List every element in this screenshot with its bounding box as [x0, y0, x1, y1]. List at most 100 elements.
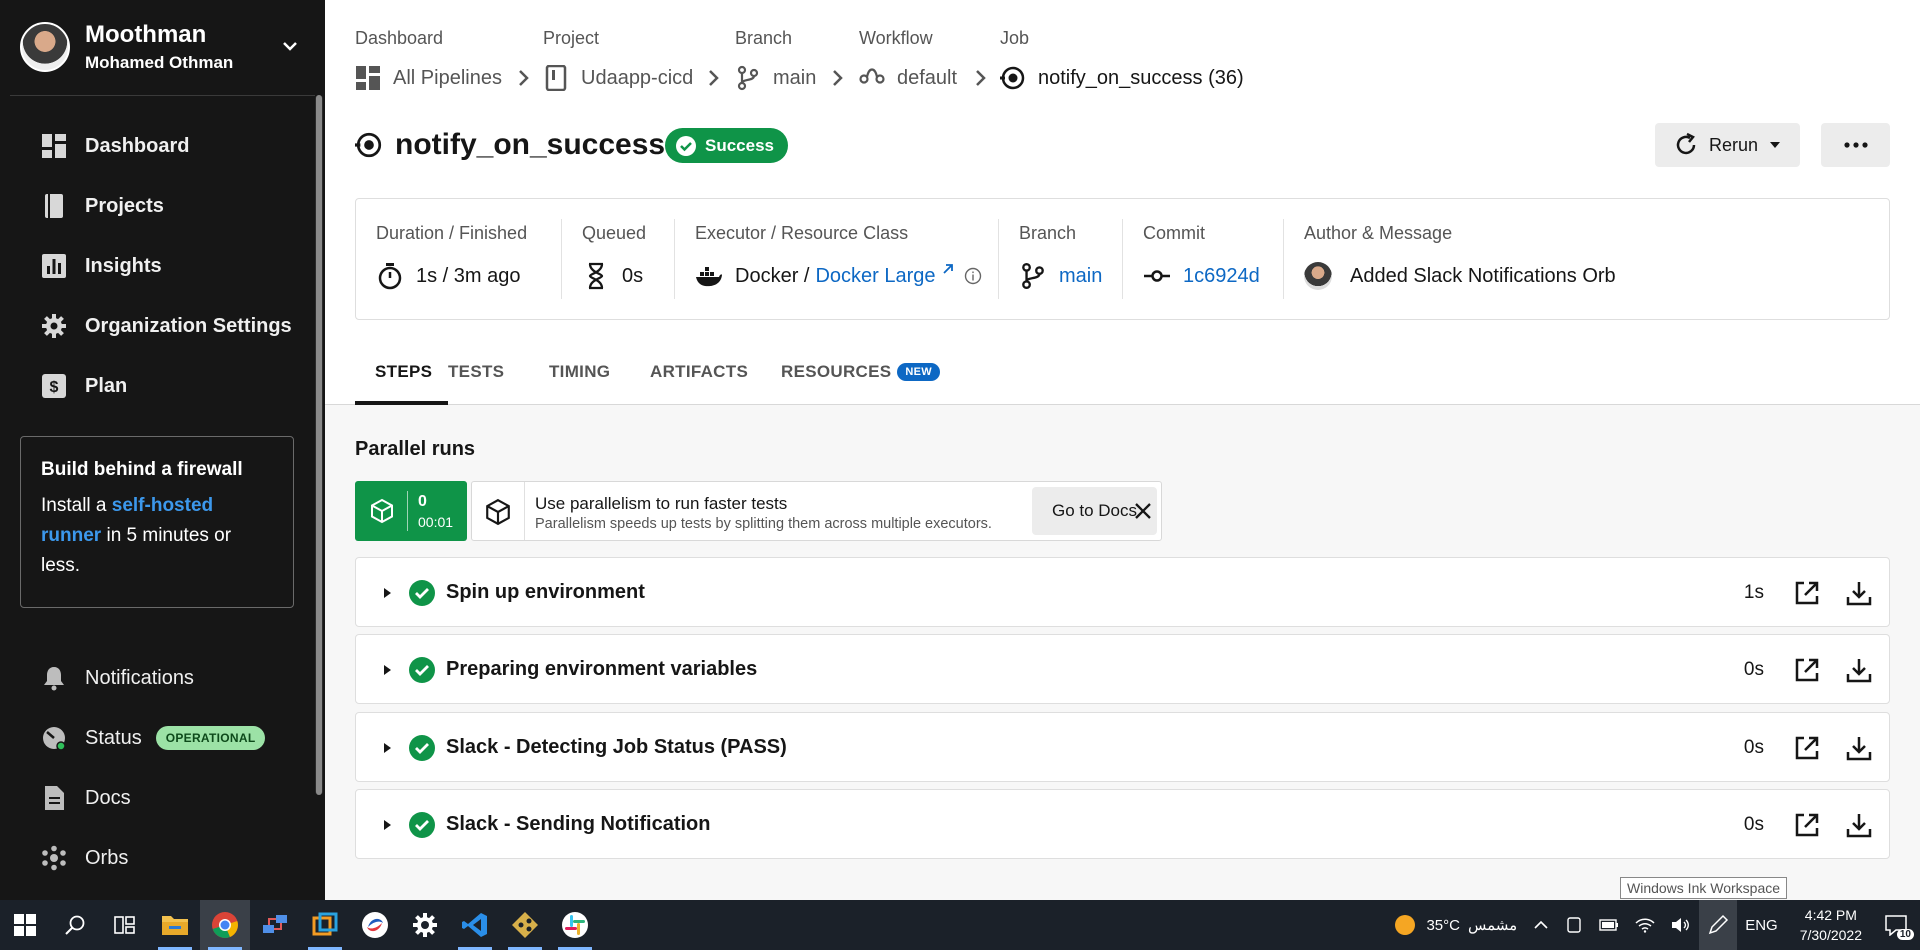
sidebar-item-plan[interactable]: $ Plan — [40, 368, 127, 404]
file-explorer-button[interactable] — [150, 900, 200, 950]
info-label: Branch — [1019, 223, 1077, 243]
tab-timing[interactable]: TIMING — [549, 352, 650, 405]
hourglass-icon — [588, 262, 604, 290]
slack-button[interactable] — [550, 900, 600, 950]
tab-label: RESOURCES — [781, 362, 892, 381]
info-label: Duration / Finished — [376, 223, 528, 243]
open-in-new-icon[interactable] — [1793, 811, 1821, 839]
tray-ink-workspace[interactable] — [1699, 900, 1738, 950]
status-badge: Success — [665, 128, 788, 163]
branch-link[interactable]: main — [1059, 265, 1102, 288]
commit-link[interactable]: 1c6924d — [1183, 265, 1260, 288]
clock-time: 4:42 PM — [1804, 907, 1857, 923]
tray-wifi[interactable] — [1635, 917, 1655, 933]
user-switcher[interactable]: Moothman Mohamed Othman — [20, 21, 310, 72]
breadcrumb-project[interactable]: Udaapp-cicd — [543, 65, 693, 91]
task-view-button[interactable] — [100, 900, 150, 950]
rerun-button[interactable]: Rerun — [1655, 123, 1800, 167]
chevron-down-icon[interactable] — [280, 36, 300, 56]
open-in-new-icon[interactable] — [1793, 656, 1821, 684]
ellipsis-icon — [1843, 142, 1868, 148]
sidebar-item-insights[interactable]: Insights — [40, 248, 162, 284]
download-icon[interactable] — [1845, 579, 1873, 607]
sidebar-item-projects[interactable]: Projects — [40, 188, 164, 224]
step-name: Preparing environment variables — [446, 658, 758, 680]
sidebar-item-organization-settings[interactable]: Organization Settings — [40, 308, 292, 344]
breadcrumb-text: main — [773, 66, 817, 89]
executor-value: Docker / — [735, 264, 810, 287]
sidebar-item-orbs[interactable]: Orbs — [40, 840, 128, 876]
clock[interactable]: 4:42 PM 7/30/2022 — [1800, 905, 1862, 945]
duration-value: 1s / 3m ago — [416, 264, 521, 287]
vscode-button[interactable] — [450, 900, 500, 950]
more-options-button[interactable] — [1821, 123, 1890, 167]
start-button[interactable] — [0, 900, 50, 950]
app-circle-icon — [362, 912, 388, 938]
sidebar-scrollbar[interactable] — [315, 95, 323, 795]
parallel-run-0[interactable]: 0 00:01 — [355, 481, 467, 541]
tab-tests[interactable]: TESTS — [448, 352, 549, 405]
tab-artifacts[interactable]: ARTIFACTS — [650, 352, 781, 405]
breadcrumb-branch[interactable]: main — [735, 65, 816, 91]
step-name: Spin up environment — [446, 581, 645, 603]
job-tabs: STEPS TESTS TIMING ARTIFACTS RESOURCES NE… — [355, 352, 951, 405]
step-row[interactable]: Preparing environment variables 0s — [355, 634, 1890, 704]
app-circle-button[interactable] — [350, 900, 400, 950]
pen-icon — [1709, 914, 1729, 935]
tab-steps[interactable]: STEPS — [355, 352, 448, 405]
chevron-right-icon — [833, 70, 843, 86]
chrome-button[interactable] — [200, 900, 250, 950]
tab-resources[interactable]: RESOURCES NEW — [781, 352, 951, 405]
tray-device-icon[interactable] — [1565, 916, 1583, 934]
gear-icon — [413, 913, 437, 937]
wifi-icon — [1635, 918, 1655, 933]
tab-label: TIMING — [549, 362, 611, 381]
job-icon — [355, 132, 382, 158]
weather-widget[interactable]: 35°C مشمس — [1394, 914, 1517, 936]
sun-icon — [1395, 915, 1416, 935]
commit-message: Added Slack Notifications Orb — [1350, 264, 1616, 287]
language-indicator[interactable]: ENG — [1745, 917, 1778, 934]
resource-class-link[interactable]: Docker Large — [815, 265, 935, 288]
cube-icon — [371, 498, 393, 524]
orbs-icon — [40, 844, 68, 872]
rerun-label: Rerun — [1708, 134, 1759, 155]
tip-title: Use parallelism to run faster tests — [535, 494, 788, 513]
sidebar-item-docs[interactable]: Docs — [40, 780, 131, 816]
breadcrumb-label-dashboard: Dashboard — [355, 28, 444, 48]
sidebar: Moothman Mohamed Othman Dashboard Projec… — [0, 0, 325, 900]
sidebar-item-notifications[interactable]: Notifications — [40, 660, 194, 696]
info-label: Author & Message — [1304, 223, 1453, 243]
open-in-new-icon[interactable] — [1793, 579, 1821, 607]
tray-volume[interactable] — [1671, 917, 1691, 933]
tray-battery[interactable] — [1599, 918, 1619, 932]
notification-center[interactable]: 10 — [1884, 914, 1914, 940]
breadcrumb-all-pipelines[interactable]: All Pipelines — [355, 65, 502, 91]
search-button[interactable] — [50, 900, 100, 950]
close-tip-button[interactable] — [1125, 488, 1161, 534]
cube-icon — [486, 498, 510, 526]
vmware-button[interactable] — [300, 900, 350, 950]
download-icon[interactable] — [1845, 734, 1873, 762]
sidebar-item-status[interactable]: Status OPERATIONAL — [40, 720, 266, 756]
network-app-button[interactable] — [250, 900, 300, 950]
step-name: Slack - Sending Notification — [446, 813, 711, 835]
step-row[interactable]: Slack - Sending Notification 0s — [355, 789, 1890, 859]
gitkraken-button[interactable] — [500, 900, 550, 950]
tray-expand[interactable] — [1533, 917, 1549, 933]
download-icon[interactable] — [1845, 811, 1873, 839]
sidebar-item-dashboard[interactable]: Dashboard — [40, 128, 189, 164]
sidebar-item-label: Projects — [85, 194, 164, 217]
info-icon[interactable] — [964, 267, 982, 285]
gear-icon — [40, 312, 68, 340]
tab-label: STEPS — [375, 362, 433, 381]
external-link-icon — [942, 264, 953, 274]
settings-button[interactable] — [400, 900, 450, 950]
step-row[interactable]: Spin up environment 1s — [355, 557, 1890, 627]
download-icon[interactable] — [1845, 656, 1873, 684]
breadcrumb-workflow[interactable]: default — [859, 65, 957, 91]
search-icon — [65, 915, 85, 935]
git-icon — [512, 912, 538, 938]
step-row[interactable]: Slack - Detecting Job Status (PASS) 0s — [355, 712, 1890, 782]
open-in-new-icon[interactable] — [1793, 734, 1821, 762]
